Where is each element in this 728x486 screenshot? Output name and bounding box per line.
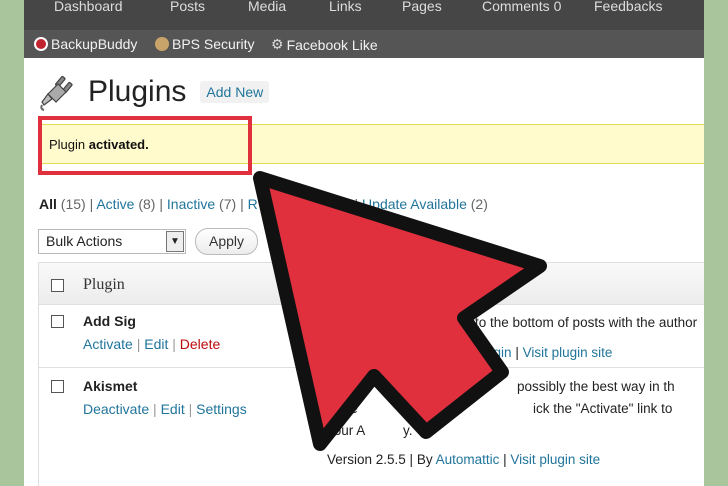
select-all-checkbox[interactable] [51,279,64,292]
add-new-button[interactable]: Add New [200,81,270,103]
filter-inactive[interactable]: Inactive [167,196,215,212]
column-header-plugin: Plugin [83,276,125,293]
activate-link[interactable]: Activate [83,336,133,352]
visit-plugin-site-link[interactable]: Visit plugin site [510,452,600,467]
bps-security-icon [155,37,169,51]
row-checkbox-add-sig[interactable] [51,315,64,328]
edit-link[interactable]: Edit [161,401,185,417]
page-title: Plugins [88,75,187,108]
admin-bar-feedbacks[interactable]: Feedbacks [594,0,662,14]
settings-link[interactable]: Settings [196,401,247,417]
plugin-description-add-sig: to the bottom of posts with the author [475,315,698,330]
table-header: Plugin [39,263,704,305]
row-checkbox-akismet[interactable] [51,380,64,393]
bulk-actions-value: Bulk Actions [46,233,123,249]
plugin-name-add-sig: Add Sig [83,313,136,329]
backupbuddy-label: BackupBuddy [51,36,138,52]
filter-all[interactable]: All [39,196,57,212]
row-actions-add-sig: Activate | Edit | Delete [83,336,221,352]
facebook-like-label: Facebook Like [286,36,378,53]
plugin-name-akismet: Akismet [83,378,138,394]
plugin-meta-add-sig: V gin | Visit plugin site [327,345,613,360]
facebook-like-link[interactable]: ⚙ Facebook Like [271,36,378,53]
admin-bar-dashboard[interactable]: Dashboard [54,0,123,14]
plugin-meta-akismet: Version 2.5.5 | By Automattic | Visit pl… [327,452,601,467]
backupbuddy-link[interactable]: BackupBuddy [34,36,137,52]
admin-bar-comments[interactable]: Comments 0 [482,0,561,14]
filter-active[interactable]: Active [96,196,134,212]
plugin-plug-icon [40,75,73,111]
admin-bar-links[interactable]: Links [329,0,362,14]
delete-link[interactable]: Delete [180,336,220,352]
admin-bar-pages[interactable]: Pages [402,0,442,14]
apply-button[interactable]: Apply [195,228,258,255]
filter-partial[interactable]: R [248,196,258,212]
highlight-box [38,116,252,175]
browser-viewport: Dashboard Posts Media Links Pages Commen… [24,0,704,486]
page-header: Plugins Add New [38,70,270,114]
gear-icon: ⚙ [271,36,284,52]
filter-update-available[interactable]: Update Available [362,196,467,212]
plugin-shortcut-bar: BackupBuddy BPS Security ⚙ Facebook Like [24,30,704,58]
backupbuddy-icon [34,37,48,51]
visit-plugin-site-link[interactable]: Visit plugin site [523,345,613,360]
admin-bar: Dashboard Posts Media Links Pages Commen… [24,0,704,30]
edit-link[interactable]: Edit [144,336,168,352]
admin-bar-media[interactable]: Media [248,0,286,14]
row-actions-akismet: Deactivate | Edit | Settings [83,401,247,417]
admin-bar-posts[interactable]: Posts [170,0,205,14]
bps-security-link[interactable]: BPS Security [155,36,254,52]
bulk-actions-select[interactable]: Bulk Actions ▼ [38,229,186,254]
bps-security-label: BPS Security [172,36,255,52]
deactivate-link[interactable]: Deactivate [83,401,149,417]
dropdown-arrow-icon[interactable]: ▼ [166,231,184,252]
plugins-table: Plugin Add Sig Activate | Edit | Delete … [38,262,704,486]
author-link[interactable]: Automattic [436,452,500,467]
plugin-status-filters: All (15) | Active (8) | Inactive (7) | R… [39,196,488,212]
